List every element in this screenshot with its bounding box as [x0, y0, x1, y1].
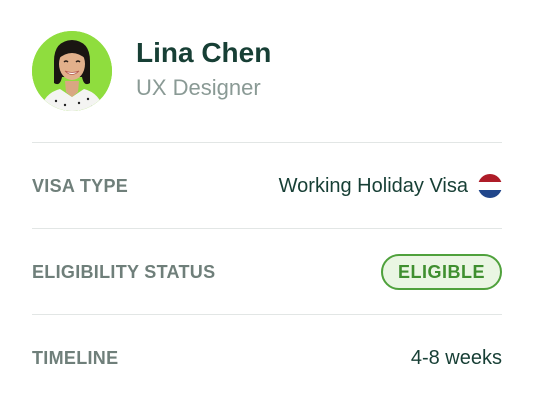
eligibility-status-label: ELIGIBILITY STATUS	[32, 261, 216, 282]
timeline-label: TIMELINE	[32, 347, 119, 368]
visa-type-value-wrap: Working Holiday Visa	[279, 174, 502, 198]
netherlands-flag-icon	[478, 174, 502, 198]
timeline-value: 4-8 weeks	[410, 346, 502, 369]
detail-row-eligibility: ELIGIBILITY STATUS ELIGIBLE	[32, 252, 502, 292]
visa-type-value: Working Holiday Visa	[278, 174, 468, 197]
avatar	[32, 31, 112, 111]
avatar-portrait	[32, 31, 112, 111]
profile-card: Lina Chen UX Designer VISA TYPE Working …	[0, 0, 534, 417]
profile-name: Lina Chen	[136, 37, 272, 68]
detail-row-timeline: TIMELINE 4-8 weeks	[32, 338, 502, 378]
divider	[32, 228, 502, 229]
detail-row-visa-type: VISA TYPE Working Holiday Visa	[32, 166, 502, 206]
profile-role: UX Designer	[136, 75, 261, 100]
divider	[32, 314, 502, 315]
profile-identity: Lina Chen UX Designer	[136, 37, 271, 102]
eligibility-status-badge: ELIGIBLE	[380, 254, 502, 290]
divider	[32, 142, 502, 143]
profile-header: Lina Chen UX Designer	[32, 31, 271, 111]
visa-type-label: VISA TYPE	[32, 175, 129, 196]
